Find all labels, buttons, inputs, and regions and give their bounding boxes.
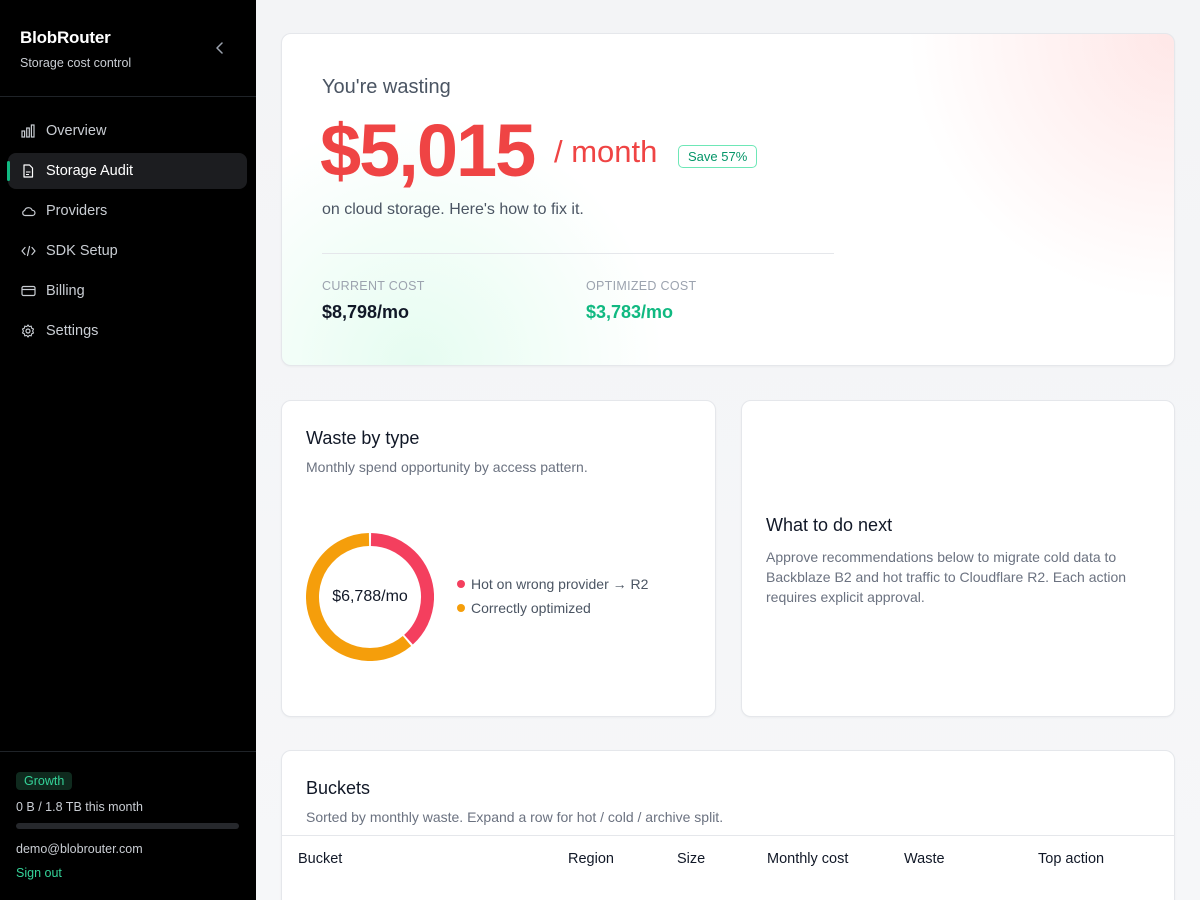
sidebar-item-sdk-setup[interactable]: SDK Setup: [8, 233, 247, 269]
legend-dot: [457, 580, 465, 588]
sidebar-item-storage-audit[interactable]: Storage Audit: [7, 153, 247, 189]
legend-label: Correctly optimized: [471, 600, 591, 616]
sign-out-link[interactable]: Sign out: [16, 866, 62, 880]
usage-text: 0 B / 1.8 TB this month: [16, 800, 143, 814]
card-subtitle: Monthly spend opportunity by access patt…: [306, 459, 588, 475]
legend-item: Hot on wrong provider → R2: [457, 576, 648, 592]
card-title: Waste by type: [306, 428, 420, 448]
sidebar-item-label: SDK Setup: [46, 243, 118, 259]
table-divider: [282, 835, 1174, 836]
sidebar-item-overview[interactable]: Overview: [8, 113, 247, 149]
credit-card-icon: [20, 283, 36, 299]
column-header-monthly-cost[interactable]: Monthly cost: [767, 851, 848, 867]
sidebar-divider: [0, 96, 256, 97]
user-email: demo@blobrouter.com: [16, 842, 143, 856]
next-steps-body: Approve recommendations below to migrate…: [766, 549, 1127, 605]
card-subtitle: Sorted by monthly waste. Expand a row fo…: [306, 809, 724, 825]
sidebar-item-label: Settings: [46, 323, 99, 339]
code-icon: [20, 243, 36, 259]
next-steps-title: What to do next: [766, 515, 893, 535]
gear-icon: [20, 323, 36, 339]
current-cost-value: $8,798/mo: [322, 302, 410, 322]
collapse-sidebar-button[interactable]: [210, 38, 230, 58]
legend-dot: [457, 604, 465, 612]
sidebar-item-settings[interactable]: Settings: [8, 313, 247, 349]
legend-label: Hot on wrong provider → R2: [471, 576, 649, 592]
plan-badge: Growth: [16, 772, 73, 790]
column-header-size[interactable]: Size: [677, 851, 705, 867]
column-header-waste[interactable]: Waste: [904, 851, 945, 867]
chart-legend: Hot on wrong provider → R2 Correctly opt…: [457, 576, 648, 624]
buckets-card: Buckets Sorted by monthly waste. Expand …: [281, 750, 1175, 900]
donut-center-label: $6,788/mo: [332, 588, 408, 605]
brand: BlobRouter Storage cost control: [20, 28, 131, 70]
sidebar-item-label: Billing: [46, 283, 85, 299]
save-badge: Save 57%: [678, 145, 758, 168]
cloud-icon: [20, 203, 36, 219]
optimized-cost-value: $3,783/mo: [586, 302, 674, 322]
card-title: Buckets: [306, 778, 371, 798]
hero-subtitle: on cloud storage. Here's how to fix it.: [322, 201, 584, 218]
sidebar-item-label: Storage Audit: [46, 163, 134, 179]
sidebar-bottom-divider: [0, 751, 256, 752]
optimized-cost-label: OPTIMIZED COST: [586, 279, 697, 293]
chevron-left-icon: [216, 42, 223, 54]
current-cost-label: CURRENT COST: [322, 279, 425, 293]
brand-name: BlobRouter: [20, 28, 111, 47]
legend-item: Correctly optimized: [457, 600, 648, 616]
sidebar-item-providers[interactable]: Providers: [8, 193, 247, 229]
waste-by-type-card: Waste by type Monthly spend opportunity …: [281, 400, 716, 717]
waste-unit: / month: [554, 134, 658, 169]
hero-divider: [322, 253, 834, 254]
waste-amount: $5,015: [320, 109, 536, 192]
waste-donut-chart: $6,788/mo: [306, 533, 434, 661]
sidebar: BlobRouter Storage cost control Overview…: [0, 0, 256, 900]
sidebar-item-label: Overview: [46, 123, 107, 139]
hero-pretitle: You're wasting: [322, 76, 451, 98]
sidebar-nav: Overview Storage Audit Providers SDK Set…: [7, 113, 247, 353]
waste-summary-card: You're wasting $5,015 / month Save 57% o…: [281, 33, 1175, 366]
next-steps-card: What to do next Approve recommendations …: [741, 400, 1175, 717]
sidebar-item-label: Providers: [46, 203, 108, 219]
column-header-bucket[interactable]: Bucket: [298, 851, 342, 867]
usage-progress-bar: [16, 823, 239, 829]
column-header-top-action[interactable]: Top action: [1038, 851, 1104, 867]
column-header-region[interactable]: Region: [568, 851, 614, 867]
bar-chart-icon: [20, 123, 36, 139]
file-icon: [20, 163, 36, 179]
sidebar-item-billing[interactable]: Billing: [8, 273, 247, 309]
brand-subtitle: Storage cost control: [20, 56, 132, 70]
